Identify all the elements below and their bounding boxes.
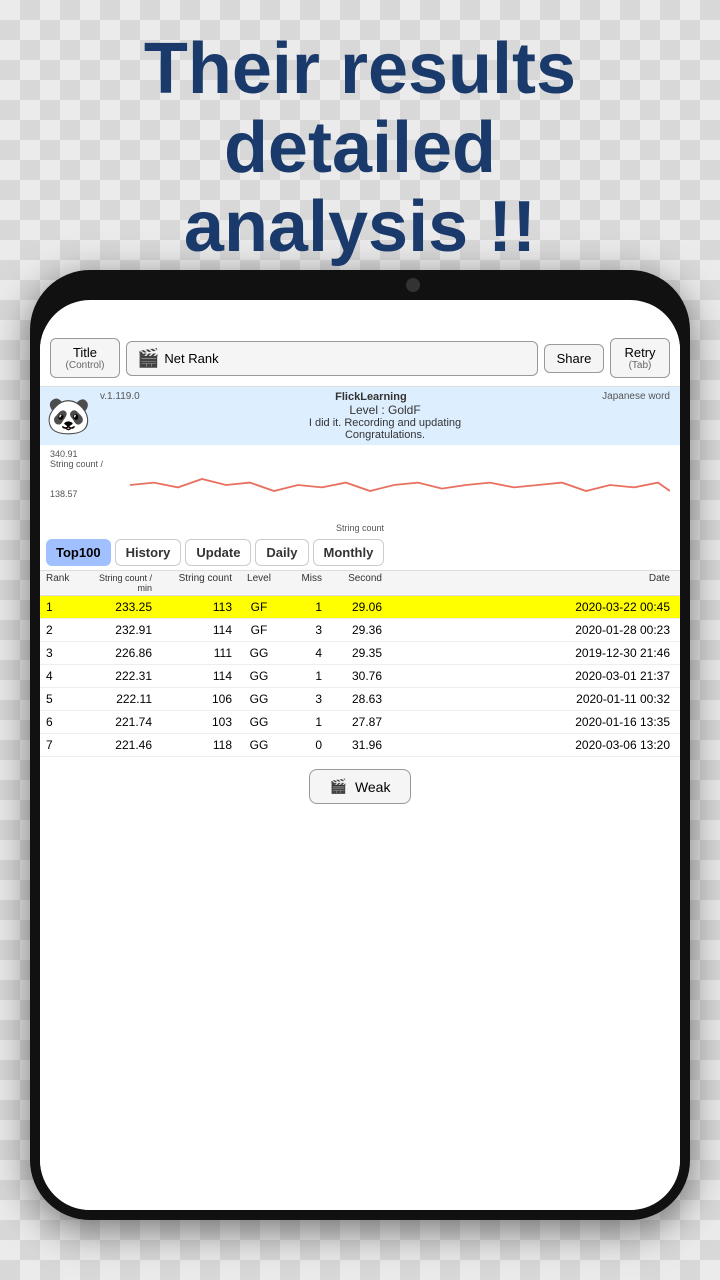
tab-top100[interactable]: Top100: [46, 539, 111, 566]
table-row: 2 232.91 114 GF 3 29.36 2020-01-28 00:23: [40, 619, 680, 642]
weak-button[interactable]: 🎬 Weak: [309, 769, 412, 804]
cell-sc: 113: [156, 600, 236, 614]
info-bar: 🐼 v.1.119.0 FlickLearning Japanese word …: [40, 387, 680, 445]
level-text: Level : GoldF: [100, 403, 670, 417]
chart-area: 340.91 String count / 138.57 String coun…: [40, 445, 680, 535]
headline-line3: analysis !!: [184, 187, 536, 267]
brand-label: FlickLearning: [335, 391, 407, 403]
cell-miss: 1: [286, 600, 326, 614]
table-row: 6 221.74 103 GG 1 27.87 2020-01-16 13:35: [40, 711, 680, 734]
chart-svg: [130, 449, 670, 521]
col-date-header: Date: [386, 573, 674, 593]
weak-icon: 🎬: [330, 778, 347, 795]
col-rank-header: Rank: [46, 573, 86, 593]
cell-level: GF: [236, 600, 286, 614]
col-sc-header: String count: [156, 573, 236, 593]
headline-line2: detailed: [224, 108, 496, 188]
headline-text: Their results: [144, 29, 576, 109]
tab-monthly[interactable]: Monthly: [313, 539, 385, 566]
table-row: 4 222.31 114 GG 1 30.76 2020-03-01 21:37: [40, 665, 680, 688]
cell-rank: 1: [46, 600, 86, 614]
chart-x-label: String count: [336, 523, 384, 533]
phone-screen: Title (Control) 🎬 Net Rank Share Retry (…: [40, 300, 680, 1210]
congrats-text: Congratulations.: [100, 429, 670, 441]
phone-camera: [406, 278, 420, 292]
headline: Their results detailed analysis !!: [0, 20, 720, 278]
weak-btn-row: 🎬 Weak: [40, 757, 680, 816]
tab-update[interactable]: Update: [185, 539, 251, 566]
version-text: v.1.119.0: [100, 391, 140, 402]
screen-content: Title (Control) 🎬 Net Rank Share Retry (…: [40, 330, 680, 1210]
cell-scmin: 233.25: [86, 600, 156, 614]
japanese-word-label: Japanese word: [602, 391, 670, 402]
col-second-header: Second: [326, 573, 386, 593]
netrank-icon: 🎬: [137, 348, 159, 369]
table-row: 7 221.46 118 GG 0 31.96 2020-03-06 13:20: [40, 734, 680, 757]
table-container: Rank String count /min String count Leve…: [40, 571, 680, 757]
title-button[interactable]: Title (Control): [50, 338, 120, 378]
col-scmin-header: String count /min: [86, 573, 156, 593]
table-row: 5 222.11 106 GG 3 28.63 2020-01-11 00:32: [40, 688, 680, 711]
tabs-row: Top100 History Update Daily Monthly: [40, 535, 680, 571]
panda-mascot: 🐼: [46, 398, 91, 434]
table-row: 1 233.25 113 GF 1 29.06 2020-03-22 00:45: [40, 596, 680, 619]
phone-frame: Title (Control) 🎬 Net Rank Share Retry (…: [30, 270, 690, 1220]
chart-y-labels: 340.91 String count / 138.57: [50, 449, 103, 499]
share-button[interactable]: Share: [544, 344, 604, 373]
tab-daily[interactable]: Daily: [255, 539, 308, 566]
nav-bar: Title (Control) 🎬 Net Rank Share Retry (…: [40, 330, 680, 387]
table-row: 3 226.86 111 GG 4 29.35 2019-12-30 21:46: [40, 642, 680, 665]
cell-date: 2020-03-22 00:45: [386, 600, 674, 614]
col-miss-header: Miss: [286, 573, 326, 593]
message-text: I did it. Recording and updating: [100, 417, 670, 429]
retry-button[interactable]: Retry (Tab): [610, 338, 670, 378]
tab-history[interactable]: History: [115, 539, 182, 566]
netrank-button[interactable]: 🎬 Net Rank: [126, 341, 538, 376]
cell-second: 29.06: [326, 600, 386, 614]
col-level-header: Level: [236, 573, 286, 593]
table-header: Rank String count /min String count Leve…: [40, 571, 680, 596]
